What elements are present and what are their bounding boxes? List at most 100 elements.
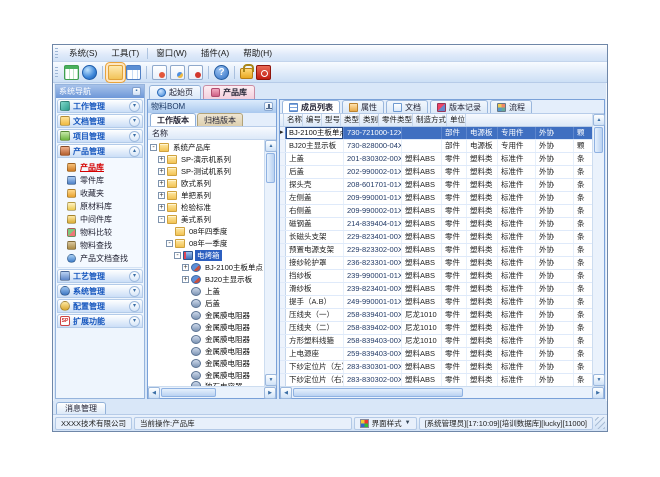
- sidebar-item[interactable]: 物料比较: [58, 226, 142, 239]
- scroll-left-icon[interactable]: ◀: [148, 387, 160, 399]
- expand-toggle-icon[interactable]: [158, 168, 165, 175]
- tree-item[interactable]: 单把系列: [148, 189, 264, 201]
- sidebar-section-header[interactable]: 工艺管理: [57, 269, 143, 283]
- tree-vertical-scrollbar[interactable]: ▲ ▼: [264, 140, 276, 386]
- menu-item[interactable]: 系统(S): [63, 46, 103, 60]
- table-row[interactable]: 磁钢盖 214-839404-01X 塑料ABS 零件 塑料类 标准件 外协 条: [280, 218, 592, 231]
- scroll-right-icon[interactable]: ▶: [592, 387, 604, 399]
- menu-item[interactable]: 工具(T): [105, 46, 145, 60]
- menu-item[interactable]: 帮助(H): [237, 46, 278, 60]
- scroll-down-icon[interactable]: ▼: [593, 374, 605, 386]
- scroll-left-icon[interactable]: ◀: [280, 387, 292, 399]
- table-row[interactable]: 上电源座 259-839403-00X 塑料ABS 零件 塑料类 标准件 外协 …: [280, 348, 592, 361]
- menu-item[interactable]: [147, 48, 148, 59]
- tree-item[interactable]: 电烤箱: [148, 249, 264, 261]
- expand-toggle-icon[interactable]: [182, 276, 189, 283]
- sidebar-section-header[interactable]: 文档管理: [57, 114, 143, 128]
- menu-item[interactable]: 插件(A): [195, 46, 235, 60]
- scroll-down-icon[interactable]: ▼: [265, 374, 277, 386]
- table-row[interactable]: 探头壳 208-601701-01X 塑料ABS 零件 塑料类 标准件 外协 条: [280, 179, 592, 192]
- expand-toggle-icon[interactable]: [182, 300, 189, 307]
- column-header[interactable]: 名称: [284, 114, 303, 126]
- menu-item[interactable]: 窗口(W): [150, 46, 193, 60]
- new-document-icon[interactable]: [152, 65, 167, 80]
- expand-toggle-icon[interactable]: [166, 228, 173, 235]
- tree-item[interactable]: BJ20主显示板: [148, 273, 264, 285]
- table-row[interactable]: 预置电源支架 229-823302-00X 塑料ABS 零件 塑料类 标准件 外…: [280, 244, 592, 257]
- sidebar-item[interactable]: 原材料库: [58, 200, 142, 213]
- chevron-icon[interactable]: [129, 116, 140, 127]
- table-row[interactable]: 压线夹（二） 258-839402-00X 尼龙1010 零件 塑料类 标准件 …: [280, 322, 592, 335]
- table-row[interactable]: 滑纱板 239-823401-00X 塑料ABS 零件 塑料类 标准件 外协 条: [280, 283, 592, 296]
- tree-item[interactable]: 金属膜电阻器: [148, 309, 264, 321]
- tree-item[interactable]: 金属膜电阻器: [148, 321, 264, 333]
- sidebar-item[interactable]: 中间件库: [58, 213, 142, 226]
- tree-item[interactable]: 欧式系列: [148, 177, 264, 189]
- table-vertical-scrollbar[interactable]: ▲ ▼: [592, 114, 604, 386]
- sidebar-item[interactable]: 产品库: [58, 161, 142, 174]
- chevron-icon[interactable]: [129, 271, 140, 282]
- column-header[interactable]: 型号: [322, 114, 341, 126]
- sidebar-item[interactable]: 零件库: [58, 174, 142, 187]
- expand-toggle-icon[interactable]: [166, 240, 173, 247]
- column-header[interactable]: 编号: [303, 114, 322, 126]
- sidebar-section-header[interactable]: 系统管理: [57, 284, 143, 298]
- expand-toggle-icon[interactable]: [182, 348, 189, 355]
- sidebar-item[interactable]: 收藏夹: [58, 187, 142, 200]
- column-header[interactable]: 单位: [447, 114, 466, 126]
- chevron-icon[interactable]: [129, 146, 140, 157]
- ui-style-selector[interactable]: 界面样式 ▼: [354, 417, 417, 430]
- tree-item[interactable]: 系统产品库: [148, 141, 264, 153]
- expand-toggle-icon[interactable]: [182, 324, 189, 331]
- scroll-right-icon[interactable]: ▶: [264, 387, 276, 399]
- tree-item[interactable]: 08年四季度: [148, 225, 264, 237]
- tree-item[interactable]: 金属膜电阻器: [148, 345, 264, 357]
- scroll-thumb[interactable]: [266, 153, 275, 183]
- tree-item[interactable]: 后盖: [148, 297, 264, 309]
- tab-message-manager[interactable]: 消息管理: [56, 402, 106, 414]
- scroll-thumb[interactable]: [293, 388, 463, 397]
- table-row[interactable]: 接纱轮护罩 236-823301-00X 塑料ABS 零件 塑料类 标准件 外协…: [280, 257, 592, 270]
- table-row[interactable]: BJ20主显示板 730-828000-04X 部件 电源板 专用件 外协 颗: [280, 140, 592, 153]
- expand-toggle-icon[interactable]: [182, 336, 189, 343]
- panel-tab[interactable]: 属性: [342, 100, 384, 113]
- expand-toggle-icon[interactable]: [158, 180, 165, 187]
- desktop-view-icon[interactable]: [64, 65, 79, 80]
- homepage-icon[interactable]: [82, 65, 97, 80]
- scroll-thumb[interactable]: [594, 127, 603, 153]
- sidebar-collapse-icon[interactable]: ▪: [132, 87, 141, 96]
- pin-icon[interactable]: [264, 102, 273, 111]
- version-tab[interactable]: 工作版本: [150, 113, 196, 126]
- expand-toggle-icon[interactable]: [182, 360, 189, 367]
- report-view-icon[interactable]: [126, 65, 141, 80]
- table-row[interactable]: 下纱定位片（左） 283-830301-00X 塑料ABS 零件 塑料类 标准件…: [280, 361, 592, 374]
- chevron-icon[interactable]: [129, 101, 140, 112]
- column-header[interactable]: 类别: [360, 114, 379, 126]
- menubar-grip[interactable]: [55, 48, 58, 59]
- column-header[interactable]: 零件类型: [379, 114, 413, 126]
- tree-item[interactable]: SP-测试机系列: [148, 165, 264, 177]
- toolbar-grip[interactable]: [55, 67, 58, 78]
- sidebar-section-header[interactable]: 产品管理: [57, 144, 143, 158]
- expand-toggle-icon[interactable]: [158, 216, 165, 223]
- tree-item[interactable]: BJ-2100主板单点: [148, 261, 264, 273]
- lock-icon[interactable]: [240, 68, 253, 79]
- tree-item[interactable]: 金属膜电阻器: [148, 369, 264, 381]
- tree-item[interactable]: 上盖: [148, 285, 264, 297]
- expand-toggle-icon[interactable]: [158, 192, 165, 199]
- tree-column-header[interactable]: 名称: [148, 127, 276, 140]
- scroll-up-icon[interactable]: ▲: [265, 140, 277, 152]
- expand-toggle-icon[interactable]: [158, 204, 165, 211]
- table-row[interactable]: 方形塑料线箍 258-839403-00X 尼龙1010 零件 塑料类 标准件 …: [280, 335, 592, 348]
- table-row[interactable]: 上盖 201-830302-00X 塑料ABS 零件 塑料类 标准件 外协 条: [280, 153, 592, 166]
- scroll-up-icon[interactable]: ▲: [593, 114, 605, 126]
- sidebar-section-header[interactable]: 工作管理: [57, 99, 143, 113]
- column-header[interactable]: 制造方式: [413, 114, 447, 126]
- sidebar-item[interactable]: 产品文档查找: [58, 252, 142, 265]
- manage-document-icon[interactable]: [170, 65, 185, 80]
- toolbar-separator[interactable]: [234, 66, 235, 79]
- table-row[interactable]: 提手（A.B） 249-990001-01X 塑料ABS 零件 塑料类 标准件 …: [280, 296, 592, 309]
- table-row[interactable]: 挡纱板 239-990001-01X 塑料ABS 零件 塑料类 标准件 外协 条: [280, 270, 592, 283]
- expand-toggle-icon[interactable]: [182, 288, 189, 295]
- tree-item[interactable]: 检验标准: [148, 201, 264, 213]
